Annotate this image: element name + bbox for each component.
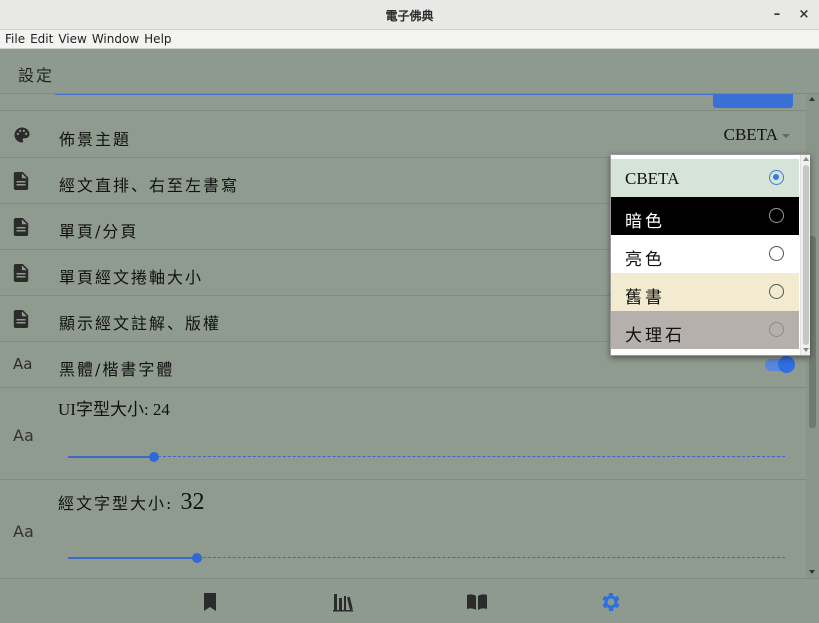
- theme-option-0[interactable]: CBETA: [611, 159, 799, 197]
- menubar: File Edit View Window Help: [0, 30, 819, 49]
- menu-help[interactable]: Help: [144, 30, 171, 46]
- settings-gear-icon[interactable]: [598, 590, 622, 614]
- theme-option-label: 亮色: [625, 250, 665, 270]
- window-title: 電子佛典: [385, 9, 434, 23]
- theme-option-label: 大理石: [625, 326, 685, 346]
- font-style-toggle[interactable]: [765, 356, 795, 373]
- theme-dropdown-menu: CBETA 暗色亮色舊書大理石: [610, 154, 810, 356]
- vertical-label: 經文直排、右至左書寫: [59, 176, 240, 195]
- divider: [55, 94, 793, 95]
- menu-view[interactable]: View: [58, 30, 86, 46]
- theme-option-label: 舊書: [625, 288, 665, 308]
- theme-select-value[interactable]: CBETA: [724, 125, 778, 145]
- document-icon: [13, 172, 33, 192]
- chevron-down-icon[interactable]: [782, 134, 790, 138]
- scroll-up-icon[interactable]: [803, 157, 809, 161]
- sutra-font-size-label: 經文字型大小: 32: [58, 489, 204, 516]
- radio-unselected-icon[interactable]: [769, 284, 784, 299]
- scroll-down-icon[interactable]: [803, 348, 809, 352]
- theme-option-3[interactable]: 舊書: [611, 273, 799, 311]
- close-button[interactable]: ×: [794, 5, 814, 25]
- radio-unselected-icon[interactable]: [769, 322, 784, 337]
- font-icon: Aa: [13, 522, 34, 541]
- sutra-font-size-slider[interactable]: [68, 553, 785, 563]
- scroll-down-icon[interactable]: [809, 570, 815, 574]
- slider-thumb[interactable]: [192, 553, 203, 563]
- settings-row-ui-font-size: UI字型大小: 24 Aa: [0, 388, 806, 480]
- slider-fill: [68, 557, 198, 559]
- partial-button[interactable]: [713, 94, 793, 108]
- bookmark-icon[interactable]: [198, 590, 222, 614]
- menu-window[interactable]: Window: [92, 30, 139, 46]
- bottom-navigation: [0, 578, 819, 623]
- partial-row: [0, 94, 806, 111]
- paging-label: 單頁/分頁: [59, 222, 139, 241]
- radio-unselected-icon[interactable]: [769, 208, 784, 223]
- slider-thumb[interactable]: [149, 452, 160, 462]
- document-icon: [13, 218, 33, 238]
- page-title: 設定: [18, 66, 55, 85]
- library-icon[interactable]: [331, 590, 355, 614]
- scroll-thumb[interactable]: [809, 236, 816, 428]
- document-icon: [13, 310, 33, 330]
- font-icon: Aa: [13, 426, 34, 445]
- palette-icon: [13, 126, 33, 146]
- scroll-thumb[interactable]: [803, 165, 809, 345]
- radio-selected-icon[interactable]: [769, 170, 784, 185]
- window-titlebar: 電子佛典 – ×: [0, 0, 819, 30]
- font-icon: Aa: [13, 355, 33, 373]
- minimize-button[interactable]: –: [767, 5, 787, 25]
- theme-option-label: 暗色: [625, 212, 665, 232]
- sutra-font-size-value: 32: [180, 489, 205, 515]
- sutra-font-size-label-text: 經文字型大小:: [58, 494, 181, 513]
- ui-font-size-label: UI字型大小: 24: [58, 400, 170, 419]
- theme-option-2[interactable]: 亮色: [611, 235, 799, 273]
- settings-row-sutra-font-size: 經文字型大小: 32 Aa: [0, 481, 806, 578]
- theme-label: 佈景主題: [59, 130, 132, 149]
- notes-label: 顯示經文註解、版權: [59, 314, 222, 333]
- scroll-size-label: 單頁經文捲軸大小: [59, 268, 204, 287]
- theme-option-1[interactable]: 暗色: [611, 197, 799, 235]
- theme-option-4[interactable]: 大理石: [611, 311, 799, 349]
- toggle-knob[interactable]: [778, 356, 795, 373]
- scroll-up-icon[interactable]: [809, 97, 815, 101]
- font-style-label: 黑體/楷書字體: [59, 360, 175, 379]
- document-icon: [13, 264, 33, 284]
- settings-row-theme[interactable]: 佈景主題 CBETA: [0, 112, 806, 158]
- slider-fill: [68, 456, 155, 458]
- radio-unselected-icon[interactable]: [769, 246, 784, 261]
- book-icon[interactable]: [465, 590, 489, 614]
- menu-edit[interactable]: Edit: [30, 30, 53, 46]
- menu-file[interactable]: File: [5, 30, 25, 46]
- ui-font-size-slider[interactable]: [68, 452, 785, 462]
- app-header: 設定: [0, 49, 819, 94]
- theme-option-label: CBETA: [625, 169, 680, 188]
- dropdown-scrollbar[interactable]: [800, 155, 810, 355]
